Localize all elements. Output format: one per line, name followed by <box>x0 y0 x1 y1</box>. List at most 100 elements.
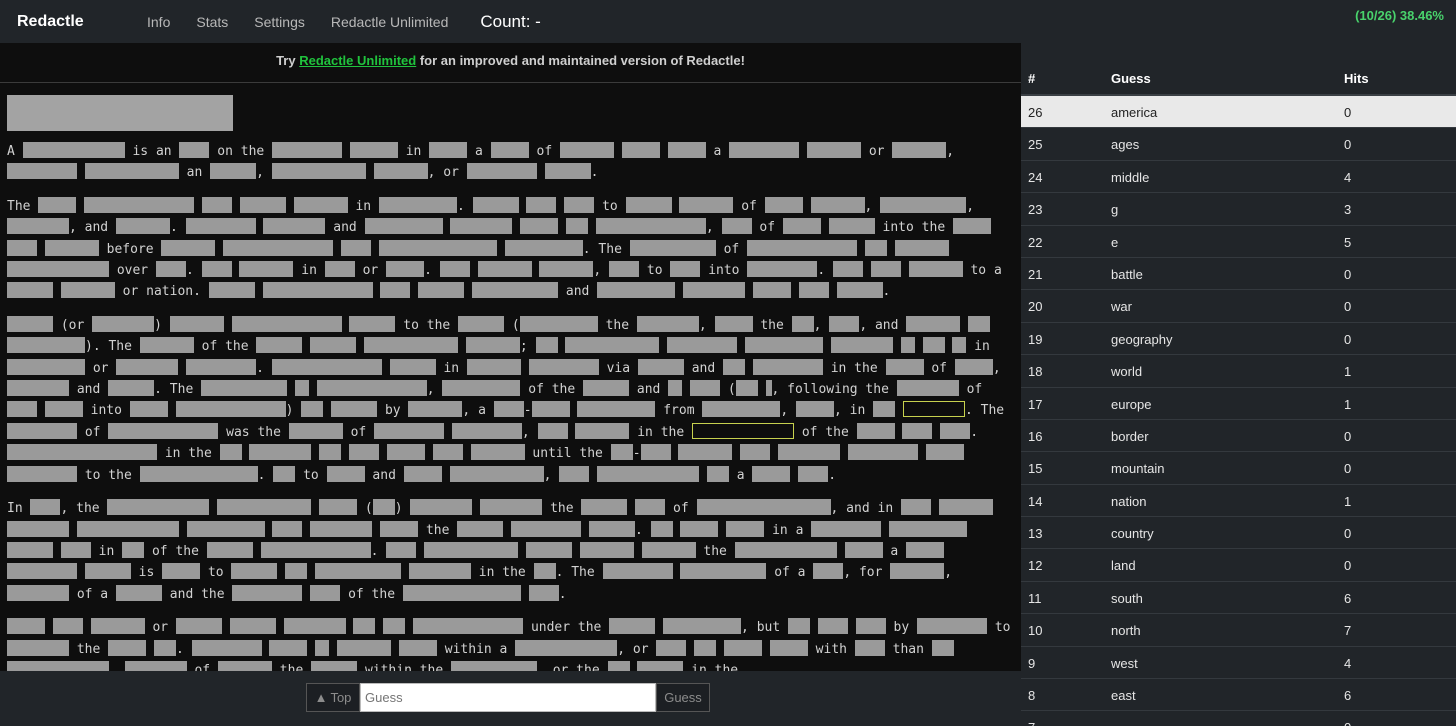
table-row[interactable]: 20 war 0 <box>1021 290 1456 323</box>
brand-title[interactable]: Redactle <box>17 13 147 31</box>
row-guess: middle <box>1111 169 1150 185</box>
guess-input[interactable] <box>360 683 656 712</box>
redacted-word <box>778 444 841 461</box>
column-header-hits[interactable]: Hits <box>1344 71 1369 86</box>
table-row[interactable]: 25 ages 0 <box>1021 128 1456 161</box>
redacted-word <box>373 163 428 180</box>
guess-button[interactable]: Guess <box>656 683 710 712</box>
redacted-word <box>560 142 615 158</box>
banner-link[interactable]: Redactle Unlimited <box>299 53 416 68</box>
article-word: within a <box>444 641 508 657</box>
article-word: via <box>606 360 631 376</box>
article-word: the <box>279 662 304 671</box>
redacted-word <box>830 337 893 354</box>
nav-redactle-unlimited[interactable]: Redactle Unlimited <box>331 14 449 30</box>
redacted-word <box>940 422 971 439</box>
redacted-word <box>810 196 865 213</box>
table-row[interactable]: 15 mountain 0 <box>1021 452 1456 485</box>
redacted-word <box>7 358 85 375</box>
article-word: of <box>759 220 776 236</box>
article-word: or <box>868 144 885 159</box>
table-row[interactable]: 8 east 6 <box>1021 679 1456 712</box>
scroll-top-button[interactable]: ▲ Top <box>306 683 360 712</box>
article-word: was the <box>226 424 281 440</box>
row-number: 17 <box>1028 396 1043 412</box>
article-word: or <box>92 360 109 376</box>
table-row[interactable]: 11 south 6 <box>1021 582 1456 615</box>
row-hits: 0 <box>1344 266 1352 282</box>
redacted-word <box>310 337 357 354</box>
redacted-word <box>219 444 242 461</box>
row-hits: 0 <box>1344 299 1352 315</box>
row-guess: g <box>1111 202 1119 218</box>
redacted-word <box>283 618 346 635</box>
table-row[interactable]: 12 land 0 <box>1021 549 1456 582</box>
redacted-word <box>908 261 963 278</box>
row-guess: battle <box>1111 266 1143 282</box>
article-word: . <box>169 220 178 236</box>
table-row[interactable]: 17 europe 1 <box>1021 388 1456 420</box>
table-row[interactable]: 26 america 0 <box>1021 96 1456 129</box>
article-word: A <box>7 144 15 159</box>
nav-stats[interactable]: Stats <box>196 14 228 30</box>
table-row[interactable]: 18 world 1 <box>1021 355 1456 388</box>
column-header-guess[interactable]: Guess <box>1111 71 1151 86</box>
redacted-word <box>191 639 262 656</box>
row-number: 26 <box>1028 105 1043 120</box>
table-row[interactable]: 19 geography 0 <box>1021 323 1456 356</box>
redacted-word <box>531 401 570 418</box>
table-row[interactable]: 10 north 7 <box>1021 614 1456 647</box>
article-word: under the <box>530 620 602 636</box>
article-word: , or <box>617 641 649 657</box>
redacted-word <box>855 618 886 635</box>
redacted-word <box>38 196 77 213</box>
redacted-word <box>232 584 303 601</box>
article-word: the <box>76 501 100 517</box>
table-row[interactable]: 9 west 4 <box>1021 647 1456 680</box>
redacted-word <box>398 639 437 656</box>
redacted-word <box>349 142 398 158</box>
article-word: to <box>994 620 1011 636</box>
table-row[interactable]: 22 e 5 <box>1021 226 1456 258</box>
column-header-number[interactable]: # <box>1028 71 1035 86</box>
nav-settings[interactable]: Settings <box>254 14 305 30</box>
article-word: of <box>350 424 367 440</box>
redacted-word <box>439 261 470 278</box>
redacted-word <box>873 401 896 418</box>
article-word: the <box>760 317 784 333</box>
table-row[interactable]: 24 middle 4 <box>1021 161 1456 194</box>
redacted-word <box>239 261 294 278</box>
row-hits: 0 <box>1344 331 1352 347</box>
redacted-word <box>916 618 987 635</box>
redacted-word <box>116 358 179 375</box>
redacted-word <box>378 196 457 213</box>
article-word: of <box>194 662 211 671</box>
redacted-word <box>217 660 272 671</box>
table-row[interactable]: 70 <box>1021 711 1456 726</box>
table-row[interactable]: 13 country 0 <box>1021 517 1456 550</box>
article-word: . <box>882 284 891 300</box>
highlighted-redacted-word <box>902 401 965 418</box>
redacted-word <box>293 196 348 213</box>
redacted-word <box>702 401 781 418</box>
table-row[interactable]: 21 battle 0 <box>1021 258 1456 291</box>
table-row[interactable]: 23 g 3 <box>1021 193 1456 226</box>
article-word: over <box>116 263 149 279</box>
nav-info[interactable]: Info <box>147 14 170 30</box>
article-word: or <box>362 263 379 279</box>
table-row[interactable]: 14 nation 1 <box>1021 485 1456 518</box>
article-word: , <box>834 403 842 419</box>
article-word: and <box>84 220 109 236</box>
redacted-word <box>575 422 630 439</box>
article-word: and <box>636 382 661 398</box>
redacted-word <box>129 401 168 418</box>
table-row[interactable]: 16 border 0 <box>1021 420 1456 453</box>
redacted-word <box>477 261 532 278</box>
redacted-word <box>108 639 147 656</box>
redacted-word <box>544 163 591 180</box>
article-word: . <box>257 467 266 483</box>
redacted-word <box>906 541 945 558</box>
article-word: , <box>427 165 436 181</box>
redacted-word <box>650 520 673 537</box>
article-word: in <box>405 144 422 159</box>
